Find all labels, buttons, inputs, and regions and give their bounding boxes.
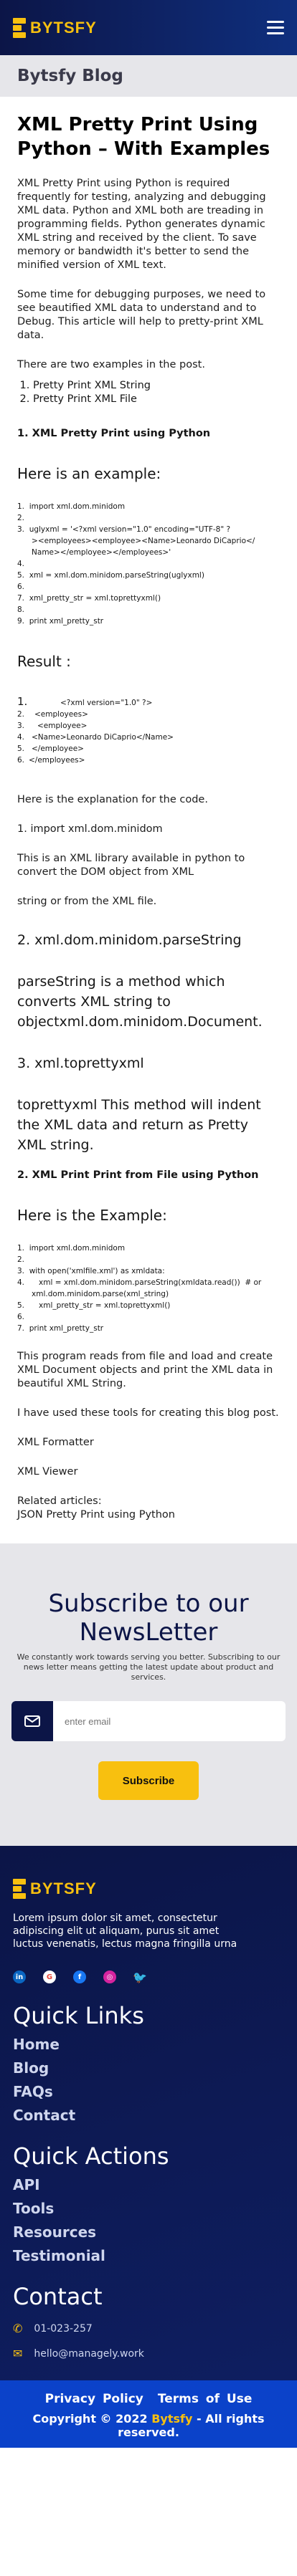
footer-bottom-bar: Privacy Policy Terms of Use Copyright © 2… bbox=[0, 2380, 297, 2448]
intro-paragraph: XML Pretty Print using Python is require… bbox=[17, 178, 266, 271]
email-input[interactable] bbox=[53, 1701, 286, 1741]
paragraph: I have used these tools for creating thi… bbox=[17, 1407, 279, 1419]
logo-text: BYTSFY bbox=[30, 1880, 97, 1897]
quick-actions-title: Quick Actions bbox=[13, 2142, 169, 2170]
newsletter-description: We constantly work towards serving you b… bbox=[16, 1652, 280, 1682]
result-heading: Result : bbox=[17, 653, 71, 670]
related-label: Related articles: bbox=[17, 1495, 102, 1507]
example-heading: Here is the Example: bbox=[17, 1207, 167, 1224]
paragraph-large: parseString is a method which converts X… bbox=[17, 974, 263, 1030]
footer-link-blog[interactable]: Blog bbox=[13, 2059, 284, 2077]
subscribe-button[interactable]: Subscribe bbox=[98, 1761, 199, 1800]
blog-bar: Bytsfy Blog bbox=[0, 55, 297, 97]
contact-title: Contact bbox=[13, 2283, 103, 2310]
site-header: BYTSFY bbox=[0, 0, 297, 55]
result-line: 3. <employee> bbox=[17, 722, 88, 730]
footer-description: Lorem ipsum dolor sit amet, consectetur … bbox=[13, 1912, 237, 1950]
copyright-brand[interactable]: Bytsfy bbox=[151, 2412, 192, 2426]
footer-link-contact[interactable]: Contact bbox=[13, 2107, 284, 2124]
email-address: hello@managely.work bbox=[34, 2347, 144, 2360]
facebook-icon[interactable]: f bbox=[73, 1971, 86, 1983]
paragraph: This is an XML library available in pyth… bbox=[17, 853, 245, 878]
mail-icon bbox=[11, 1701, 53, 1741]
logo[interactable]: BYTSFY bbox=[13, 17, 97, 38]
related-link[interactable]: JSON Pretty Print using Python bbox=[17, 1508, 280, 1522]
article-title: XML Pretty Print Using Python – With Exa… bbox=[17, 114, 270, 160]
paragraph-large: toprettyxml This method will indent the … bbox=[17, 1097, 261, 1153]
email-row bbox=[11, 1701, 286, 1741]
site-footer: BYTSFY Lorem ipsum dolor sit amet, conse… bbox=[0, 1846, 297, 2448]
logo-text: BYTSFY bbox=[30, 18, 97, 37]
paragraph: Here is the explanation for the code. bbox=[17, 794, 208, 805]
result-line: 5. </employee> bbox=[17, 744, 84, 753]
linkedin-icon[interactable]: in bbox=[13, 1971, 26, 1983]
mail-icon: ✉ bbox=[13, 2347, 23, 2360]
email-contact-row[interactable]: ✉ hello@managely.work bbox=[13, 2347, 284, 2360]
paragraph: This program reads from file and load an… bbox=[17, 1351, 273, 1389]
copyright: Copyright © 2022 Bytsfy - All rights res… bbox=[32, 2412, 265, 2439]
section-heading: 2. XML Print Print from File using Pytho… bbox=[17, 1169, 259, 1181]
phone-icon: ✆ bbox=[13, 2322, 23, 2335]
footer-link-tools[interactable]: Tools bbox=[13, 2200, 284, 2217]
subheading: 2. xml.dom.minidom.parseString bbox=[17, 932, 242, 948]
newsletter-title: Subscribe to our NewsLetter bbox=[48, 1589, 249, 1647]
paragraph: string or from the XML file. bbox=[17, 896, 157, 907]
paragraph: 1. import xml.dom.minidom bbox=[17, 823, 163, 835]
privacy-policy-link[interactable]: Privacy Policy bbox=[45, 2392, 143, 2406]
result-code: 1. <?xml version="1.0" ?> 2. <employees> 3… bbox=[17, 696, 280, 766]
hamburger-menu-icon[interactable] bbox=[267, 21, 284, 34]
tool-link[interactable]: XML Viewer bbox=[17, 1465, 280, 1479]
google-icon[interactable]: G bbox=[43, 1971, 56, 1983]
section-heading: 1. XML Pretty Print using Python bbox=[17, 428, 211, 439]
paragraph: Some time for debugging purposes, we nee… bbox=[17, 289, 266, 341]
footer-link-resources[interactable]: Resources bbox=[13, 2223, 284, 2241]
logo-mark-icon bbox=[13, 1879, 26, 1899]
code-block: 1. import xml.dom.minidom 2. 3. with ope… bbox=[17, 1244, 262, 1333]
result-line: 2. <employees> bbox=[17, 710, 88, 719]
social-links: in G f ◎ 🐦 bbox=[13, 1971, 284, 1984]
quick-links-title: Quick Links bbox=[13, 2002, 144, 2029]
toc-item[interactable]: Pretty Print XML File bbox=[33, 393, 280, 406]
result-line: 6. </employees> bbox=[17, 756, 85, 765]
result-line: 1. <?xml version="1.0" ?> bbox=[17, 695, 153, 708]
phone-row[interactable]: ✆ 01-023-257 bbox=[13, 2322, 284, 2335]
terms-link[interactable]: Terms of Use bbox=[158, 2392, 252, 2406]
table-of-contents: Pretty Print XML String Pretty Print XML… bbox=[33, 379, 280, 406]
subheading: 3. xml.toprettyxml bbox=[17, 1055, 144, 1071]
footer-logo[interactable]: BYTSFY bbox=[13, 1879, 284, 1899]
instagram-icon[interactable]: ◎ bbox=[103, 1971, 116, 1983]
footer-link-testimonial[interactable]: Testimonial bbox=[13, 2247, 284, 2264]
code-block: 1. import xml.dom.minidom 2. 3. uglyxml … bbox=[17, 502, 255, 626]
toc-item[interactable]: Pretty Print XML String bbox=[33, 379, 280, 393]
phone-number: 01-023-257 bbox=[34, 2322, 93, 2335]
result-line: 4. <Name>Leonardo DiCaprio</Name> bbox=[17, 733, 174, 742]
twitter-icon[interactable]: 🐦 bbox=[133, 1971, 147, 1984]
footer-link-api[interactable]: API bbox=[13, 2176, 284, 2193]
footer-link-faqs[interactable]: FAQs bbox=[13, 2083, 284, 2100]
footer-link-home[interactable]: Home bbox=[13, 2036, 284, 2053]
blog-title: Bytsfy Blog bbox=[17, 67, 123, 85]
newsletter-section: Subscribe to our NewsLetter We constantl… bbox=[0, 1543, 297, 1846]
paragraph: There are two examples in the post. bbox=[17, 359, 205, 370]
example-heading: Here is an example: bbox=[17, 465, 161, 482]
logo-mark-icon bbox=[13, 17, 26, 38]
article: XML Pretty Print Using Python – With Exa… bbox=[0, 112, 297, 1522]
tool-link[interactable]: XML Formatter bbox=[17, 1436, 280, 1450]
